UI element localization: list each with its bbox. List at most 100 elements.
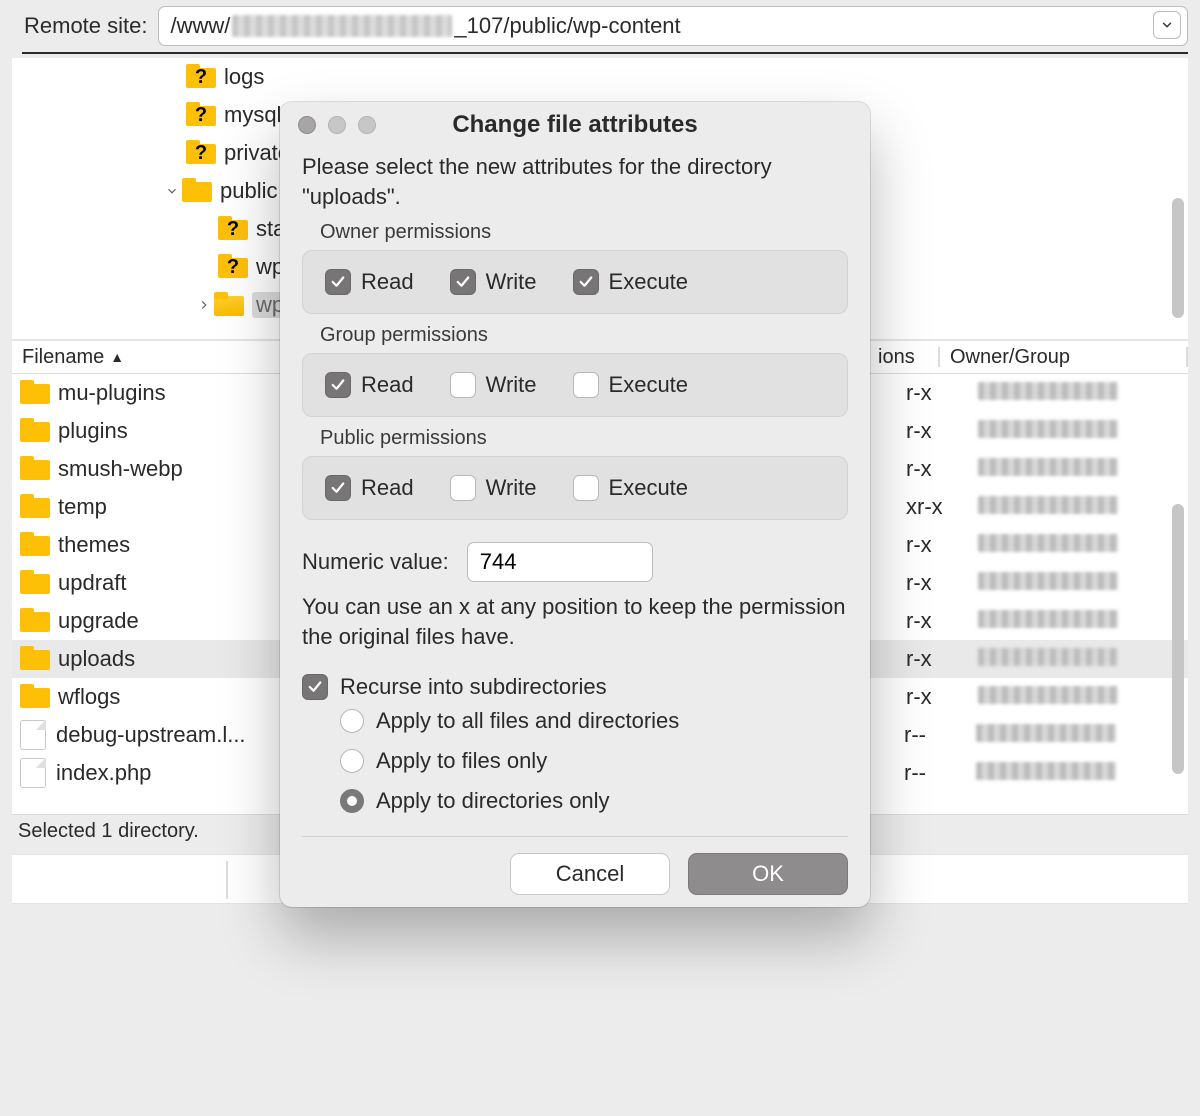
group-read-checkbox-row: Read bbox=[325, 372, 414, 398]
numeric-row: Numeric value: bbox=[302, 542, 848, 582]
owner-perm-heading: Owner permissions bbox=[320, 221, 848, 244]
folder-icon bbox=[20, 494, 50, 520]
address-bar-row: Remote site: /www/ _107/public/wp-conten… bbox=[0, 0, 1200, 52]
recurse-option-label: Apply to directories only bbox=[376, 788, 610, 814]
list-scrollbar[interactable] bbox=[1172, 504, 1184, 774]
file-permissions: r-x bbox=[906, 570, 978, 596]
file-permissions: r-x bbox=[906, 532, 978, 558]
file-owner-redacted bbox=[978, 494, 1118, 520]
window-controls bbox=[298, 116, 376, 134]
dialog-actions: Cancel OK bbox=[280, 837, 870, 895]
address-dropdown-button[interactable] bbox=[1153, 11, 1181, 39]
write-label: Write bbox=[486, 372, 537, 398]
recurse-radio-1[interactable] bbox=[340, 749, 364, 773]
file-icon bbox=[20, 758, 46, 788]
folder-icon bbox=[20, 456, 50, 482]
change-attributes-dialog: Change file attributes Please select the… bbox=[280, 102, 870, 907]
file-owner-redacted bbox=[978, 570, 1118, 596]
folder-open-icon bbox=[214, 292, 244, 318]
owner-read-checkbox-row: Read bbox=[325, 269, 414, 295]
file-permissions: r-x bbox=[906, 684, 978, 710]
file-owner-redacted bbox=[978, 684, 1118, 710]
dialog-titlebar[interactable]: Change file attributes bbox=[280, 102, 870, 148]
pane-separator[interactable] bbox=[226, 861, 228, 899]
col-permissions-label: ions bbox=[878, 346, 915, 369]
owner-write-checkbox[interactable] bbox=[450, 269, 476, 295]
folder-icon bbox=[20, 570, 50, 596]
public-read-checkbox-row: Read bbox=[325, 475, 414, 501]
file-owner-redacted bbox=[976, 760, 1116, 786]
owner-perm-group: Read Write Execute bbox=[302, 250, 848, 314]
owner-write-checkbox-row: Write bbox=[450, 269, 537, 295]
public-execute-checkbox[interactable] bbox=[573, 475, 599, 501]
group-execute-checkbox[interactable] bbox=[573, 372, 599, 398]
folder-icon bbox=[20, 380, 50, 406]
read-label: Read bbox=[361, 269, 414, 295]
recurse-option-label: Apply to files only bbox=[376, 748, 547, 774]
col-filename-label: Filename bbox=[22, 346, 104, 369]
file-owner-redacted bbox=[978, 532, 1118, 558]
chevron-right-icon[interactable] bbox=[194, 295, 214, 315]
owner-read-checkbox[interactable] bbox=[325, 269, 351, 295]
tree-item-label: public bbox=[220, 178, 277, 204]
remote-site-input[interactable]: /www/ _107/public/wp-content bbox=[158, 6, 1189, 46]
write-label: Write bbox=[486, 475, 537, 501]
status-text: Selected 1 directory. bbox=[18, 820, 199, 843]
recurse-label: Recurse into subdirectories bbox=[340, 674, 607, 700]
execute-label: Execute bbox=[609, 269, 689, 295]
public-write-checkbox[interactable] bbox=[450, 475, 476, 501]
public-perm-group: ReadWriteExecute bbox=[302, 456, 848, 520]
recurse-options: Apply to all files and directories Apply … bbox=[340, 708, 848, 814]
recurse-option-2: Apply to directories only bbox=[340, 788, 848, 814]
recurse-option-1: Apply to files only bbox=[340, 748, 848, 774]
folder-icon bbox=[182, 178, 212, 204]
recurse-option-label: Apply to all files and directories bbox=[376, 708, 679, 734]
address-prefix: /www/ bbox=[171, 13, 231, 39]
folder-icon bbox=[20, 684, 50, 710]
file-permissions: r-x bbox=[906, 646, 978, 672]
numeric-value-input[interactable] bbox=[467, 542, 653, 582]
file-permissions: xr-x bbox=[906, 494, 978, 520]
file-owner-redacted bbox=[978, 608, 1118, 634]
ok-label: OK bbox=[752, 861, 784, 887]
file-icon bbox=[20, 720, 46, 750]
tree-scrollbar[interactable] bbox=[1172, 198, 1184, 318]
cancel-label: Cancel bbox=[556, 861, 624, 887]
file-permissions: r-x bbox=[906, 380, 978, 406]
file-owner-redacted bbox=[978, 380, 1118, 406]
close-window-button[interactable] bbox=[298, 116, 316, 134]
recurse-checkbox[interactable] bbox=[302, 674, 328, 700]
recurse-option-0: Apply to all files and directories bbox=[340, 708, 848, 734]
file-permissions: r-- bbox=[904, 760, 976, 786]
dialog-lead: Please select the new attributes for the… bbox=[302, 152, 848, 211]
tree-item[interactable]: ?logs bbox=[12, 58, 1188, 96]
file-owner-redacted bbox=[978, 418, 1118, 444]
owner-execute-checkbox-row: Execute bbox=[573, 269, 689, 295]
unknown-folder-icon: ? bbox=[186, 140, 216, 166]
group-write-checkbox[interactable] bbox=[450, 372, 476, 398]
file-owner-redacted bbox=[978, 456, 1118, 482]
cancel-button[interactable]: Cancel bbox=[510, 853, 670, 895]
zoom-window-button[interactable] bbox=[358, 116, 376, 134]
folder-icon bbox=[20, 418, 50, 444]
group-read-checkbox[interactable] bbox=[325, 372, 351, 398]
recurse-radio-0[interactable] bbox=[340, 709, 364, 733]
minimize-window-button[interactable] bbox=[328, 116, 346, 134]
sort-asc-icon: ▲ bbox=[110, 349, 124, 365]
col-owner[interactable]: Owner/Group bbox=[940, 346, 1186, 369]
address-label: Remote site: bbox=[24, 13, 148, 39]
execute-label: Execute bbox=[609, 372, 689, 398]
owner-execute-checkbox[interactable] bbox=[573, 269, 599, 295]
group-execute-checkbox-row: Execute bbox=[573, 372, 689, 398]
ok-button[interactable]: OK bbox=[688, 853, 848, 895]
col-permissions[interactable]: ions bbox=[868, 346, 938, 369]
unknown-folder-icon: ? bbox=[218, 254, 248, 280]
folder-icon bbox=[20, 532, 50, 558]
chevron-down-icon[interactable] bbox=[162, 181, 182, 201]
col-sep[interactable] bbox=[1186, 347, 1188, 367]
recurse-radio-2[interactable] bbox=[340, 789, 364, 813]
public-read-checkbox[interactable] bbox=[325, 475, 351, 501]
recurse-row: Recurse into subdirectories bbox=[302, 674, 848, 700]
read-label: Read bbox=[361, 372, 414, 398]
numeric-label: Numeric value: bbox=[302, 549, 449, 575]
